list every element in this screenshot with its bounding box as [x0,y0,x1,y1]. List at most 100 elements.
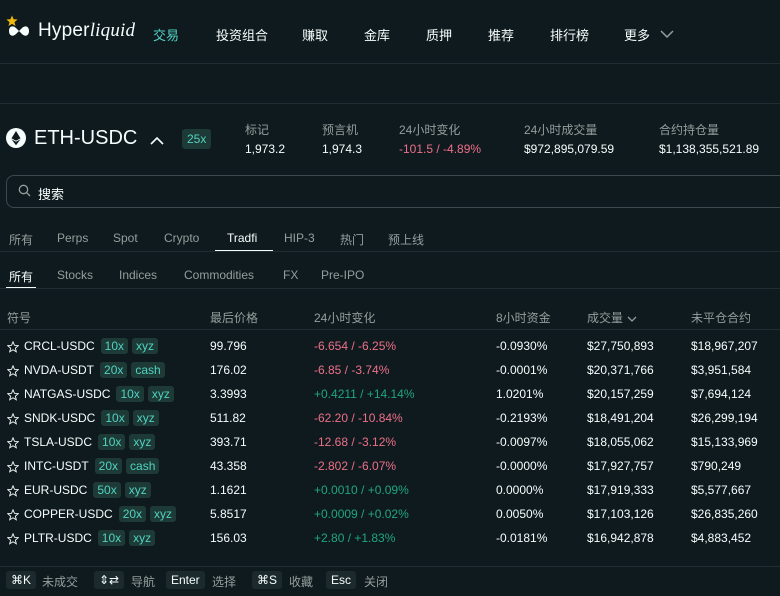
tab-pre-launch[interactable]: 预上线 [388,231,424,248]
nav-leaderboard[interactable]: 排行榜 [550,25,589,44]
favorite-star-icon[interactable] [6,436,20,454]
nav-referrals[interactable]: 推荐 [488,25,514,44]
dex-tag: xyz [129,530,156,546]
header-change-24h[interactable]: 24小时变化 [314,309,375,326]
leverage-tag: 10x [98,434,126,450]
change-24h-cell: -6.85 / -3.74% [314,363,390,377]
symbol-cell: EUR-USDC 50x xyz [24,482,151,498]
leverage-tag: 20x [100,362,128,378]
open-interest-cell: $790,249 [691,459,742,473]
symbol-name: NATGAS-USDC [24,387,111,401]
open-interest-value: $1,138,355,521.89 [659,142,760,156]
volume-cell: $18,055,062 [587,435,654,449]
table-row[interactable]: NVDA-USDT 20x cash 176.02 -6.85 / -3.74% -0.0… [0,359,780,383]
leverage-tag: 50x [93,482,121,498]
symbol-cell: CRCL-USDC 10x xyz [24,338,159,354]
table-row[interactable]: INTC-USDT 20x cash 43.358 -2.802 / -6.07% -0.… [0,455,780,479]
favorite-star-icon[interactable] [6,532,20,550]
dex-tag: cash [131,362,165,378]
symbol-name: SNDK-USDC [24,411,96,425]
open-interest-cell: $15,133,969 [691,435,758,449]
nav-more[interactable]: 更多 [624,25,674,44]
favorite-star-icon[interactable] [6,340,20,358]
table-row[interactable]: TSLA-USDC 10x xyz 393.71 -12.68 / -3.12% -0.0… [0,431,780,455]
search-placeholder: 搜索 [38,187,65,202]
open-interest-label: 合约持仓量 [659,123,720,137]
header-volume-label: 成交量 [587,311,624,325]
nav-vaults[interactable]: 金库 [364,25,390,44]
subtab-stocks[interactable]: Stocks [57,268,93,282]
header-last-price[interactable]: 最后价格 [210,309,258,326]
favorite-star-icon[interactable] [6,412,20,430]
nav-earn[interactable]: 赚取 [302,25,328,44]
favorite-star-icon[interactable] [6,364,20,382]
symbol-name: TSLA-USDC [24,435,93,449]
shortcut-label-navigate: 导航 [131,575,156,589]
leverage-tag: 10x [116,386,144,402]
dex-tag: xyz [132,410,159,426]
dex-tag: xyz [129,434,156,450]
leverage-tag: 10x [101,410,129,426]
nav-trade[interactable]: 交易 [153,25,179,44]
table-row[interactable]: NATGAS-USDC 10x xyz 3.3993 +0.4211 / +14.14%… [0,383,780,407]
nav-staking[interactable]: 质押 [426,25,452,44]
favorite-star-icon[interactable] [6,508,20,526]
table-row[interactable]: COPPER-USDC 20x xyz 5.8517 +0.0009 / +0.02% 0… [0,503,780,527]
chevron-up-icon[interactable] [150,132,164,150]
oracle-value: 1,974.3 [322,142,363,156]
last-price-cell: 1.1621 [210,483,247,497]
favorite-star-icon[interactable] [6,460,20,478]
symbol-cell: NATGAS-USDC 10x xyz [24,386,174,402]
nav-portfolio[interactable]: 投资组合 [216,25,268,44]
shortcut-key-select: Enter [166,571,205,589]
chevron-down-icon [650,27,674,42]
search-icon [18,184,31,202]
pair-selector[interactable]: ETH-USDC [34,127,137,150]
header-volume[interactable]: 成交量 [587,309,637,326]
open-interest-cell: $18,967,207 [691,339,758,353]
tab-crypto[interactable]: Crypto [164,231,199,245]
subtab-fx[interactable]: FX [283,268,298,282]
funding-8h-cell: -0.0097% [496,435,548,449]
symbol-cell: COPPER-USDC 20x xyz [24,506,177,522]
change-24h-cell: +2.80 / +1.83% [314,531,396,545]
table-row[interactable]: CRCL-USDC 10x xyz 99.796 -6.654 / -6.25% -0.0… [0,335,780,359]
header-open-interest[interactable]: 未平仓合约 [691,309,751,326]
table-row[interactable]: SNDK-USDC 10x xyz 511.82 -62.20 / -10.84% -0.… [0,407,780,431]
tab-spot[interactable]: Spot [113,231,138,245]
symbol-name: COPPER-USDC [24,507,113,521]
header-funding-8h[interactable]: 8小时资金 [496,309,551,326]
tab-all[interactable]: 所有 [9,231,33,248]
subtab-indices[interactable]: Indices [119,268,157,282]
shortcut-label-select: 选择 [212,575,237,589]
volume-24h-value: $972,895,079.59 [524,142,615,156]
dex-tag: xyz [132,338,159,354]
table-row[interactable]: EUR-USDC 50x xyz 1.1621 +0.0010 / +0.09% 0.00… [0,479,780,503]
open-interest-cell: $26,835,260 [691,507,758,521]
brand-logo[interactable]: Hyperliquid [8,20,135,42]
favorites-star-icon[interactable] [6,14,18,32]
tab-trending[interactable]: 热门 [340,231,364,248]
change-24h-cell: +0.0009 / +0.02% [314,507,409,521]
change-24h-cell: +0.0010 / +0.09% [314,483,409,497]
open-interest-cell: $5,577,667 [691,483,752,497]
sort-desc-icon [627,312,637,326]
last-price-cell: 3.3993 [210,387,247,401]
subtab-pre-ipo[interactable]: Pre-IPO [321,268,364,282]
subtab-commodities[interactable]: Commodities [184,268,254,282]
change-24h-cell: -12.68 / -3.12% [314,435,397,449]
tab-perps[interactable]: Perps [57,231,88,245]
favorite-star-icon[interactable] [6,484,20,502]
table-row[interactable]: PLTR-USDC 10x xyz 156.03 +2.80 / +1.83% -0.01… [0,527,780,551]
symbol-name: EUR-USDC [24,483,88,497]
shortcut-key-favorite: ⌘S [252,571,283,589]
tab-tradfi[interactable]: Tradfi [227,231,257,245]
header-symbol[interactable]: 符号 [7,309,31,326]
subtab-all[interactable]: 所有 [9,268,33,285]
last-price-cell: 5.8517 [210,507,247,521]
favorite-star-icon[interactable] [6,388,20,406]
open-interest-cell: $26,299,194 [691,411,758,425]
funding-8h-cell: 1.0201% [496,387,544,401]
tab-hip3[interactable]: HIP-3 [284,231,315,245]
search-input[interactable] [6,175,780,208]
